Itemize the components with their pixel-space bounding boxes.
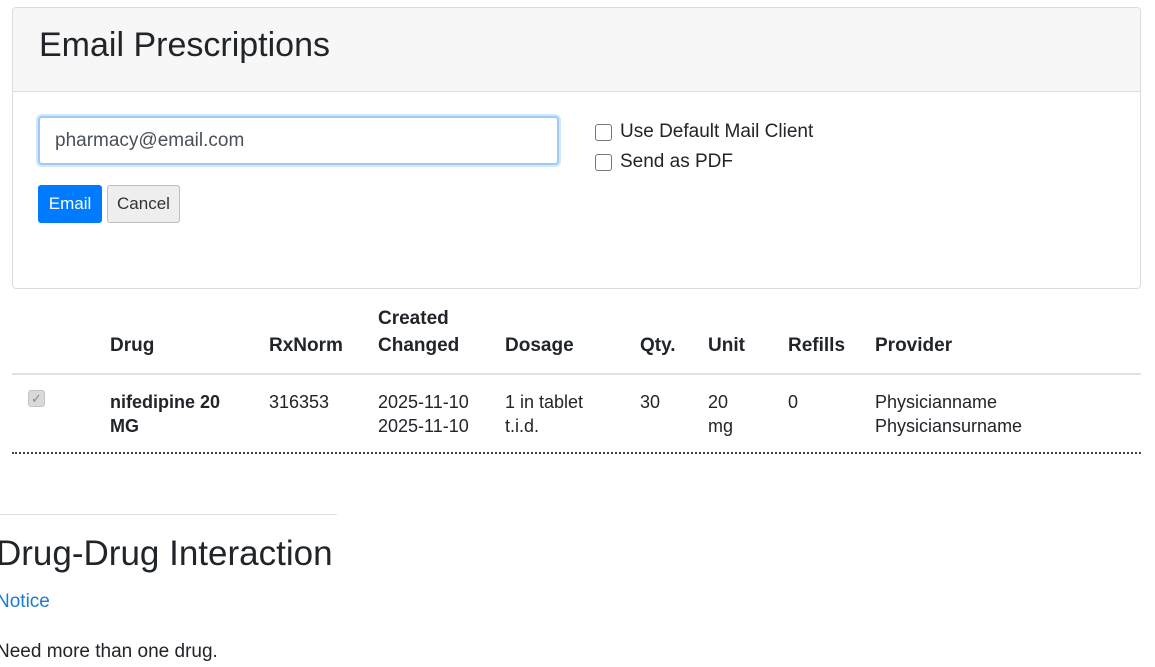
notice-link[interactable]: Notice <box>0 591 50 613</box>
use-default-mail-client-label: Use Default Mail Client <box>620 121 814 142</box>
rxnorm-cell: 316353 <box>269 392 330 412</box>
drug-interaction-title: Drug-Drug Interaction <box>0 534 333 573</box>
row-divider <box>12 452 1141 454</box>
header-divider <box>12 373 1141 375</box>
header-drug: Drug <box>110 335 155 356</box>
send-as-pdf-checkbox[interactable] <box>595 153 612 171</box>
header-dosage: Dosage <box>505 335 574 356</box>
cancel-button[interactable]: Cancel <box>107 185 180 223</box>
row-select-checkbox[interactable]: ✓ <box>28 390 45 407</box>
provider-line2: Physiciansurname <box>875 416 1023 436</box>
email-prescriptions-panel: Email Prescriptions Email Cancel Use Def… <box>12 7 1141 289</box>
header-unit: Unit <box>708 335 745 356</box>
panel-header: Email Prescriptions <box>13 8 1140 92</box>
header-provider: Provider <box>875 335 953 356</box>
dosage-line2: t.i.d. <box>505 416 540 436</box>
provider-line1: Physicianname <box>875 392 998 412</box>
use-default-mail-client-option[interactable]: Use Default Mail Client <box>595 121 813 143</box>
send-as-pdf-label: Send as PDF <box>620 151 733 172</box>
dosage-line1: 1 in tablet <box>505 392 584 412</box>
drug-name-line2: MG <box>110 416 139 436</box>
drug-name-line1: nifedipine 20 <box>110 392 221 412</box>
qty-cell: 30 <box>640 392 661 412</box>
interaction-message: Need more than one drug. <box>0 641 218 662</box>
created-date: 2025-11-10 <box>378 392 469 412</box>
header-changed: Changed <box>378 335 460 356</box>
refills-cell: 0 <box>788 392 799 412</box>
email-button[interactable]: Email <box>38 185 102 223</box>
panel-title: Email Prescriptions <box>39 26 330 64</box>
header-rxnorm: RxNorm <box>269 335 343 356</box>
header-qty: Qty. <box>640 335 676 356</box>
unit-line2: mg <box>708 416 734 436</box>
header-refills: Refills <box>788 335 846 356</box>
unit-line1: 20 <box>708 392 729 412</box>
use-default-mail-client-checkbox[interactable] <box>595 123 612 141</box>
changed-date: 2025-11-10 <box>378 416 469 436</box>
email-input[interactable] <box>38 116 559 165</box>
send-as-pdf-option[interactable]: Send as PDF <box>595 151 733 173</box>
header-created: Created <box>378 308 449 329</box>
section-separator <box>0 514 337 515</box>
